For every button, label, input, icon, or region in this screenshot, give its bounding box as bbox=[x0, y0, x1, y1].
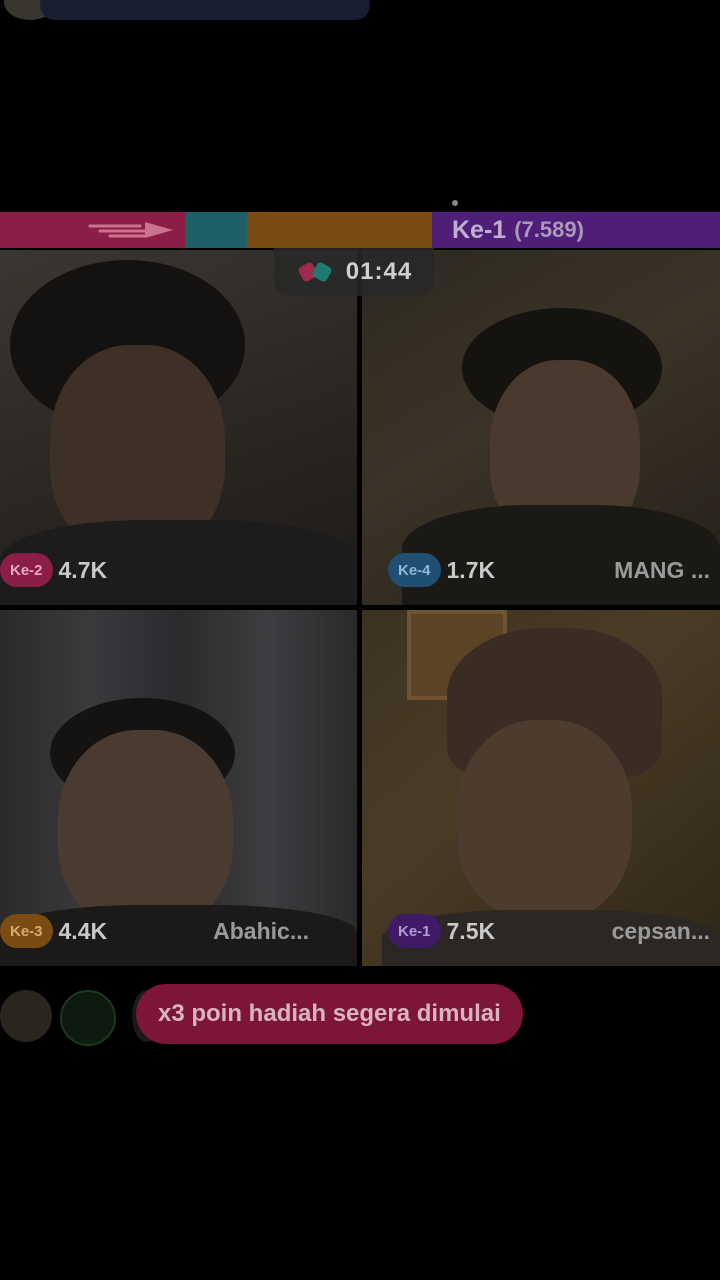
guest-label-4: Ke-1 7.5K cepsan... bbox=[388, 914, 720, 948]
host-info-pill[interactable] bbox=[40, 0, 370, 20]
score-segment-teal bbox=[185, 212, 247, 248]
rank-badge-1: Ke-2 bbox=[0, 553, 53, 587]
score-segment-orange bbox=[247, 212, 432, 248]
guest-score-3: 4.4K bbox=[58, 917, 108, 944]
guest-label-1: Ke-2 4.7K bbox=[0, 553, 357, 587]
guest-score-2: 1.7K bbox=[446, 556, 496, 583]
viewer-avatar-2[interactable] bbox=[60, 990, 116, 1046]
guest-label-3: Ke-3 4.4K Abahic... bbox=[0, 914, 357, 948]
guest-score-4: 7.5K bbox=[446, 917, 496, 944]
rocket-streak-icon bbox=[88, 222, 173, 238]
battle-gloves-icon bbox=[298, 262, 332, 282]
guest-name-4: cepsan... bbox=[611, 917, 710, 944]
score-segment-pink bbox=[0, 212, 185, 248]
guest-tile-4[interactable]: Ke-1 7.5K cepsan... bbox=[362, 610, 720, 966]
leader-rank: Ke-1 bbox=[452, 215, 507, 244]
leader-points: (7.589) bbox=[514, 217, 584, 242]
guest-name-2: MANG ... bbox=[614, 556, 710, 583]
rank-badge-4: Ke-1 bbox=[388, 914, 441, 948]
guest-tile-1[interactable]: Ke-2 4.7K bbox=[0, 250, 357, 605]
score-segment-leader: Ke-1 (7.589) bbox=[432, 212, 720, 248]
guest-score-1: 4.7K bbox=[58, 556, 108, 583]
viewer-avatar-1[interactable] bbox=[0, 990, 52, 1042]
rank-badge-3: Ke-3 bbox=[0, 914, 53, 948]
battle-score-bar: Ke-1 (7.589) bbox=[0, 212, 720, 248]
rank-badge-2: Ke-4 bbox=[388, 553, 441, 587]
guest-video-2 bbox=[362, 250, 720, 605]
bottom-hint-row: x3 poin hadiah segera dimulai bbox=[0, 982, 720, 1048]
battle-timer: 01:44 bbox=[274, 248, 434, 296]
guest-grid: Ke-2 4.7K Ke-4 1.7K MANG ... Ke-3 4.4K A… bbox=[0, 250, 720, 966]
multiplier-hint-banner: x3 poin hadiah segera dimulai bbox=[136, 984, 523, 1044]
guest-tile-2[interactable]: Ke-4 1.7K MANG ... bbox=[362, 250, 720, 605]
guest-label-2: Ke-4 1.7K MANG ... bbox=[388, 553, 720, 587]
guest-tile-3[interactable]: Ke-3 4.4K Abahic... bbox=[0, 610, 357, 966]
guest-video-4 bbox=[362, 610, 720, 966]
guest-name-3: Abahic... bbox=[213, 917, 309, 944]
guest-video-3 bbox=[0, 610, 357, 966]
host-bar[interactable] bbox=[0, 0, 380, 22]
indicator-dot bbox=[452, 200, 458, 206]
guest-video-1 bbox=[0, 250, 357, 605]
timer-text: 01:44 bbox=[345, 258, 413, 285]
